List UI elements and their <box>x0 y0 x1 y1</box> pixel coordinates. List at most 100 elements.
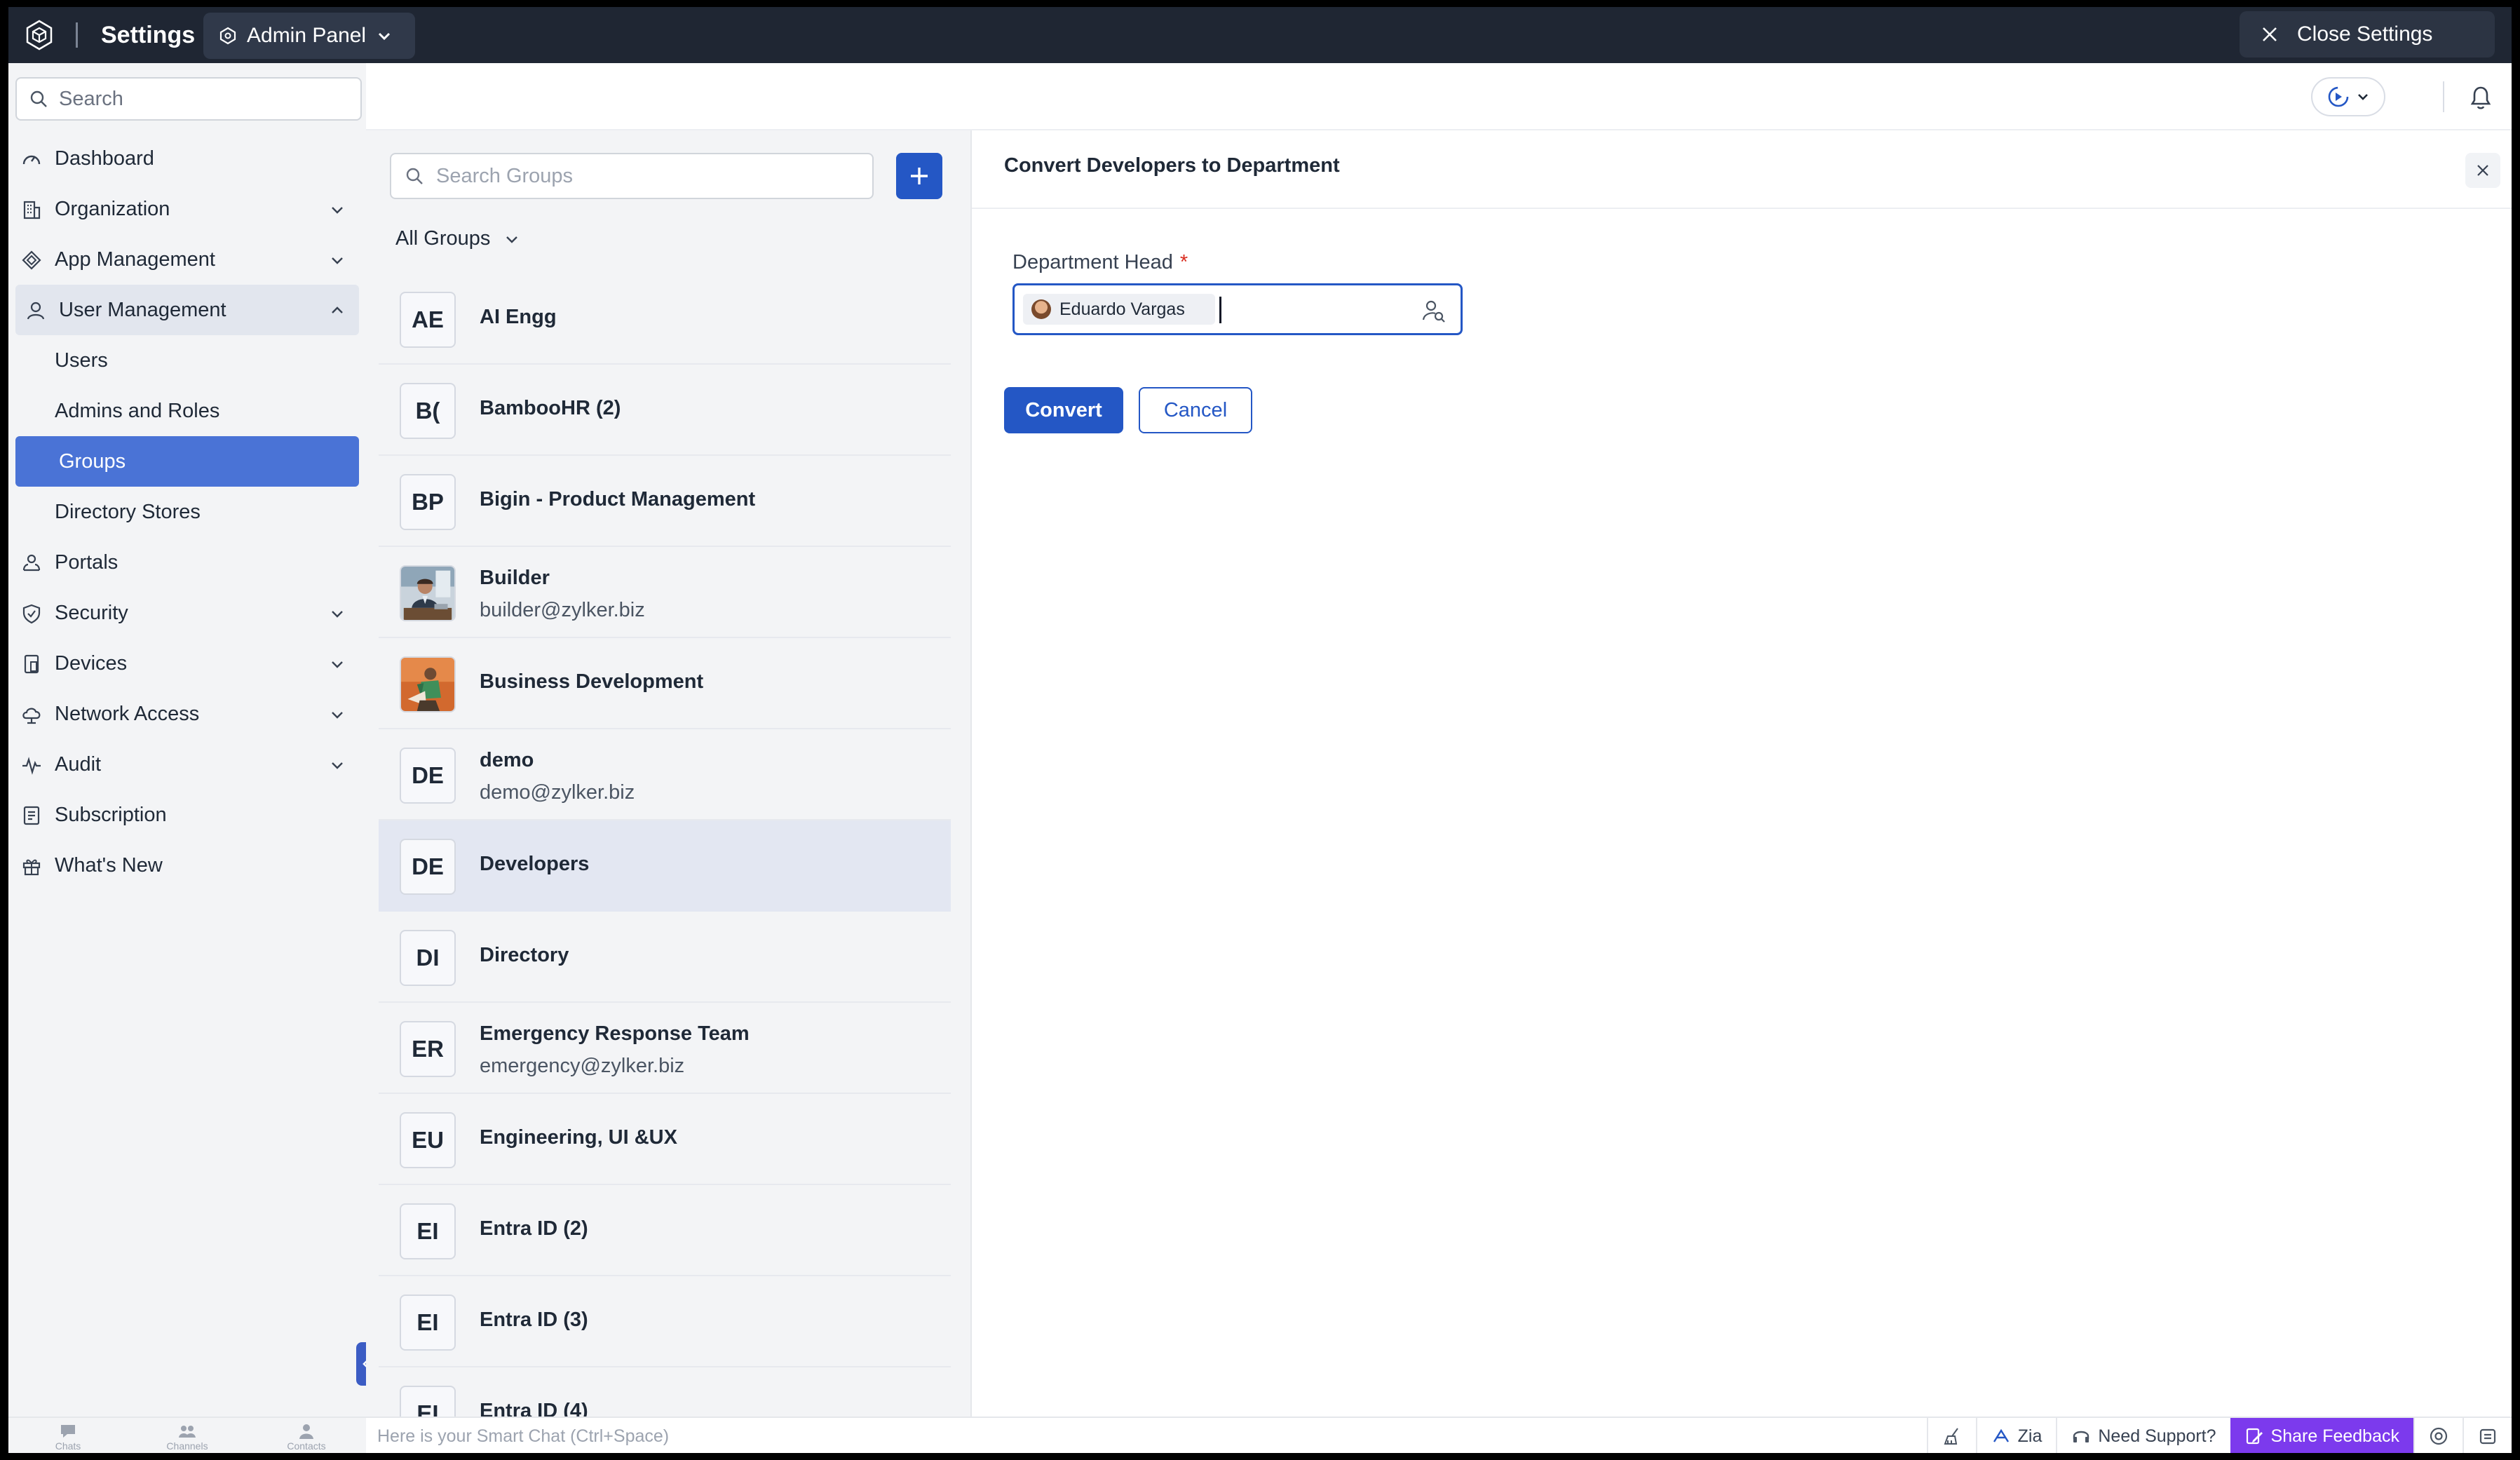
sidebar-search-input[interactable]: Search <box>15 77 362 121</box>
department-head-label: Department Head * <box>1012 251 1188 274</box>
zia-button[interactable]: Zia <box>1975 1418 2057 1453</box>
broom-icon <box>1944 1428 1958 1445</box>
need-support-button[interactable]: Need Support? <box>2056 1418 2230 1453</box>
groups-panel: Search Groups All Groups AE AI Engg B( B… <box>366 130 970 1417</box>
sidebar-item-audit[interactable]: Audit <box>10 739 366 790</box>
sidebar-nav: Dashboard Organization App Management Us… <box>8 133 366 891</box>
list-item[interactable]: EU Engineering, UI &UX <box>379 1094 951 1185</box>
department-head-field[interactable]: Eduardo Vargas <box>1012 283 1463 335</box>
panel-close-button[interactable] <box>2465 153 2500 188</box>
channels-icon <box>179 1426 196 1438</box>
list-item[interactable]: B( BambooHR (2) <box>379 365 951 456</box>
list-item[interactable]: DI Directory <box>379 912 951 1003</box>
list-item[interactable]: DE demo demo@zylker.biz <box>379 729 951 820</box>
list-item-selected[interactable]: DE Developers <box>379 820 951 912</box>
group-name: Developers <box>480 853 590 875</box>
sidebar-item-app-management[interactable]: App Management <box>10 234 366 285</box>
search-groups-input[interactable]: Search Groups <box>390 153 874 199</box>
notes-button[interactable] <box>2463 1418 2512 1453</box>
close-settings-button[interactable]: Close Settings <box>2240 11 2495 58</box>
sidebar-item-users[interactable]: Users <box>10 335 366 386</box>
network-icon <box>22 708 41 724</box>
sidebar-item-subscription[interactable]: Subscription <box>10 790 366 840</box>
sidebar-item-groups[interactable]: Groups <box>15 436 359 487</box>
page-title: Settings <box>101 22 196 48</box>
app-management-icon <box>22 250 41 270</box>
notes-icon <box>2479 1428 2496 1445</box>
user-search-icon[interactable] <box>1421 298 1447 323</box>
group-avatar: B( <box>400 383 456 439</box>
bottom-actions: Zia Need Support? Share Feedback <box>1926 1418 2512 1453</box>
theme-button[interactable] <box>1926 1418 1976 1453</box>
list-item[interactable]: ER Emergency Response Team emergency@zyl… <box>379 1003 951 1094</box>
chevron-down-icon <box>2358 94 2368 100</box>
at-icon <box>2430 1427 2448 1445</box>
sidebar-item-user-management[interactable]: User Management <box>15 285 359 335</box>
settings-window: Settings Admin Panel Close Settings Sear… <box>8 7 2512 1453</box>
panel-title: Convert Developers to Department <box>1004 154 1340 177</box>
add-group-button[interactable] <box>896 153 942 199</box>
sidebar-item-whats-new[interactable]: What's New <box>10 840 366 891</box>
group-avatar: DE <box>400 748 456 804</box>
channels-tab[interactable]: Channels <box>128 1418 247 1453</box>
contact-icon <box>299 1424 313 1439</box>
status-dropdown[interactable] <box>2311 77 2385 116</box>
sidebar-item-label: Dashboard <box>55 147 154 170</box>
cancel-button[interactable]: Cancel <box>1139 387 1252 433</box>
chevron-down-icon <box>506 236 518 243</box>
list-item[interactable]: EI Entra ID (4) <box>379 1367 951 1417</box>
list-item[interactable]: EI Entra ID (3) <box>379 1276 951 1367</box>
group-avatar: DE <box>400 839 456 895</box>
bell-icon[interactable] <box>2465 81 2496 112</box>
sidebar-item-label: Audit <box>55 752 102 776</box>
header-divider <box>2443 81 2444 112</box>
sidebar-item-dashboard[interactable]: Dashboard <box>10 133 366 184</box>
group-name: demo <box>480 749 534 771</box>
mention-button[interactable] <box>2413 1418 2463 1453</box>
group-avatar: ER <box>400 1021 456 1077</box>
zia-icon <box>1993 1428 2009 1442</box>
selected-user-name: Eduardo Vargas <box>1059 299 1185 319</box>
content-header <box>366 63 2512 130</box>
chevron-down-icon <box>332 712 343 719</box>
sidebar-item-label: What's New <box>55 853 163 877</box>
business-development-photo-icon <box>401 658 454 711</box>
sidebar: Search Dashboard Organization App Manage… <box>8 63 366 1417</box>
title-divider <box>76 22 78 48</box>
list-item[interactable]: Builder builder@zylker.biz <box>379 547 951 638</box>
sidebar-item-admins-and-roles[interactable]: Admins and Roles <box>10 386 366 436</box>
admin-panel-label: Admin Panel <box>247 24 367 47</box>
list-item[interactable]: AE AI Engg <box>379 273 951 365</box>
sidebar-item-label: Devices <box>55 651 128 675</box>
list-item[interactable]: Business Development <box>379 638 951 729</box>
group-name: Bigin - Product Management <box>480 488 756 511</box>
sidebar-item-directory-stores[interactable]: Directory Stores <box>10 487 366 537</box>
support-label: Need Support? <box>2098 1426 2216 1446</box>
list-item[interactable]: BP Bigin - Product Management <box>379 456 951 547</box>
admin-panel-dropdown[interactable]: Admin Panel <box>203 13 415 59</box>
convert-button[interactable]: Convert <box>1004 387 1123 433</box>
required-mark: * <box>1179 251 1188 273</box>
all-groups-filter[interactable]: All Groups <box>395 227 520 250</box>
audit-icon <box>22 757 41 775</box>
sidebar-item-portals[interactable]: Portals <box>10 537 366 588</box>
tab-label: Channels <box>166 1440 208 1452</box>
sidebar-item-devices[interactable]: Devices <box>10 638 366 689</box>
group-name: Business Development <box>480 670 704 693</box>
share-feedback-button[interactable]: Share Feedback <box>2230 1418 2413 1453</box>
sidebar-item-label: App Management <box>55 248 215 271</box>
admin-panel-icon <box>219 27 236 45</box>
sidebar-item-label: User Management <box>59 298 226 321</box>
chats-tab[interactable]: Chats <box>8 1418 128 1453</box>
gift-icon <box>22 859 41 876</box>
sidebar-item-network-access[interactable]: Network Access <box>10 689 366 739</box>
smart-chat-input[interactable]: Here is your Smart Chat (Ctrl+Space) <box>377 1426 669 1447</box>
headset-icon <box>2073 1431 2089 1442</box>
selected-user-chip[interactable]: Eduardo Vargas <box>1023 294 1215 325</box>
sidebar-item-security[interactable]: Security <box>10 588 366 638</box>
sidebar-item-organization[interactable]: Organization <box>10 184 366 234</box>
chevron-down-icon <box>379 32 391 41</box>
list-item[interactable]: EI Entra ID (2) <box>379 1185 951 1276</box>
contacts-tab[interactable]: Contacts <box>247 1418 366 1453</box>
tab-label: Chats <box>55 1440 81 1452</box>
